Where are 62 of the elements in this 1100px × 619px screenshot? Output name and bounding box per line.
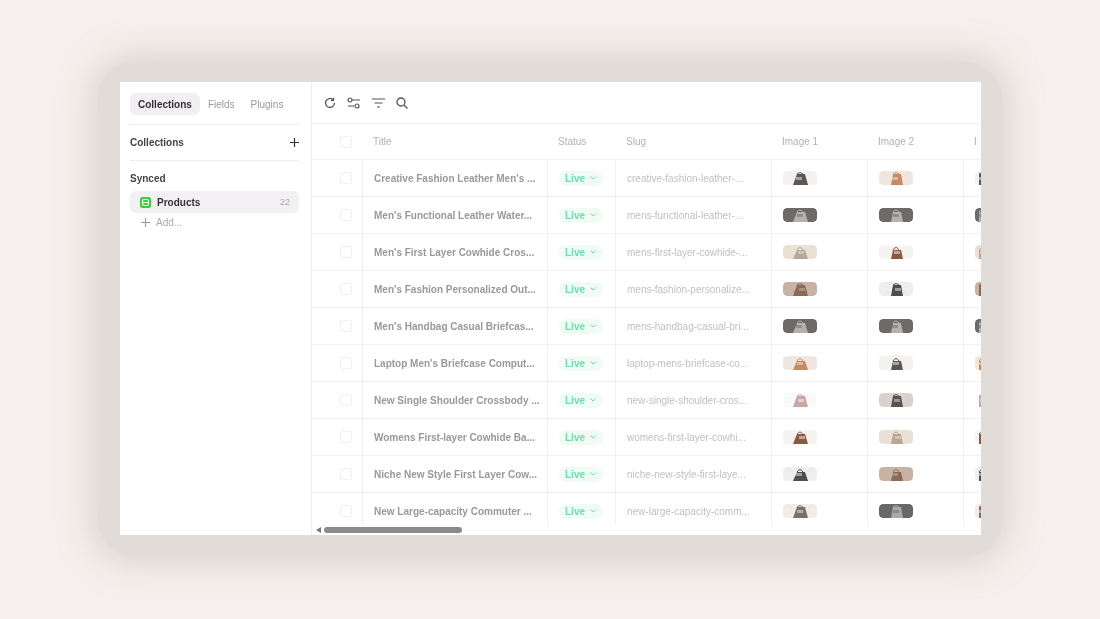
refresh-icon[interactable] xyxy=(324,96,336,109)
database-icon xyxy=(140,196,151,208)
chevron-icon xyxy=(590,435,596,439)
chevron-icon xyxy=(590,509,596,513)
chevron-icon xyxy=(590,250,596,254)
chevron-icon xyxy=(590,361,596,365)
slug-cell: creative-fashion-leather-... xyxy=(627,172,744,184)
title-cell: Men's Fashion Personalized Out... xyxy=(374,283,536,295)
column-header: Image 2 xyxy=(878,136,915,147)
column-header: Status xyxy=(558,136,587,147)
scroll-left-icon[interactable] xyxy=(316,527,321,533)
slug-cell: new-large-capacity-comm... xyxy=(627,505,750,517)
sliders-icon[interactable] xyxy=(347,96,361,109)
status-badge[interactable]: Live xyxy=(559,318,603,334)
title-cell: Niche New Style First Layer Cow... xyxy=(374,468,537,480)
column-header: Slug xyxy=(626,136,646,147)
slug-cell: niche-new-style-first-laye... xyxy=(627,468,746,480)
column-header: Title xyxy=(373,136,392,147)
sidebar-tab[interactable]: Collections xyxy=(130,93,200,115)
sidebar-tab[interactable]: Fields xyxy=(199,93,243,115)
status-badge[interactable]: Live xyxy=(559,281,603,297)
sidebar-tab[interactable]: Plugins xyxy=(242,93,292,115)
plus-icon[interactable] xyxy=(290,138,299,147)
status-badge[interactable]: Live xyxy=(559,170,603,186)
title-cell: Men's Functional Leather Water... xyxy=(374,209,533,221)
slug-cell: new-single-shoulder-cros... xyxy=(627,394,748,406)
status-badge[interactable]: Live xyxy=(559,244,603,260)
status-badge[interactable]: Live xyxy=(559,355,603,371)
chevron-icon xyxy=(590,213,596,217)
slug-cell: womens-first-layer-cowhi... xyxy=(627,431,746,443)
collection-item[interactable]: Products 22 xyxy=(130,191,299,213)
slug-cell: mens-fashion-personalize... xyxy=(627,283,750,295)
status-badge[interactable]: Live xyxy=(559,392,603,408)
title-cell: Womens First-layer Cowhide Ba... xyxy=(374,431,535,443)
slug-cell: mens-handbag-casual-bri... xyxy=(627,320,749,332)
title-cell: Men's First Layer Cowhide Cros... xyxy=(374,246,535,258)
status-badge[interactable]: Live xyxy=(559,207,603,223)
status-badge[interactable]: Live xyxy=(559,466,603,482)
chevron-icon xyxy=(590,287,596,291)
title-cell: Creative Fashion Leather Men's ... xyxy=(374,172,536,184)
chevron-icon xyxy=(590,472,596,476)
chevron-icon xyxy=(590,176,596,180)
plus-icon xyxy=(141,218,150,227)
chevron-icon xyxy=(590,398,596,402)
filter-icon[interactable] xyxy=(372,97,385,108)
title-cell: New Large-capacity Commuter ... xyxy=(374,505,532,517)
status-badge[interactable]: Live xyxy=(559,429,603,445)
column-header: Image 1 xyxy=(782,136,819,147)
chevron-icon xyxy=(590,324,596,328)
column-header: I xyxy=(974,136,977,147)
status-badge[interactable]: Live xyxy=(559,503,603,519)
title-cell: Men's Handbag Casual Briefcas... xyxy=(374,320,534,332)
add-item-link[interactable]: Add... xyxy=(141,217,183,228)
collections-heading: Collections xyxy=(130,137,184,148)
section-title: Synced xyxy=(130,173,166,184)
title-cell: New Single Shoulder Crossbody ... xyxy=(374,394,540,406)
slug-cell: laptop-mens-briefcase-co... xyxy=(627,357,749,369)
search-icon[interactable] xyxy=(396,96,408,109)
item-count: 22 xyxy=(280,197,290,207)
slug-cell: mens-first-layer-cowhide-... xyxy=(627,246,748,258)
title-cell: Laptop Men's Briefcase Comput... xyxy=(374,357,535,369)
slug-cell: mens-functional-leather-... xyxy=(627,209,744,221)
